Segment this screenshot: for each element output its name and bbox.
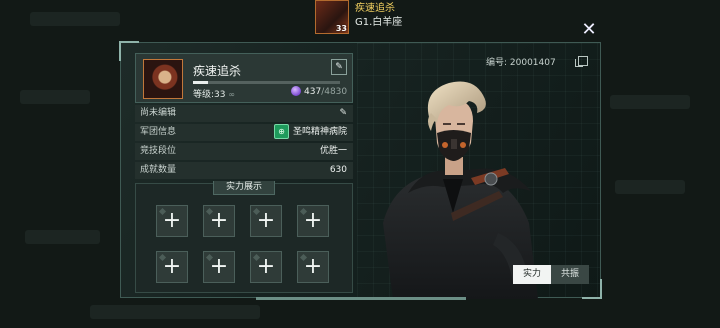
panel-bottom-accent (256, 297, 466, 300)
showcase-slot-8[interactable]: + (297, 251, 329, 283)
top-player-text: 疾速追杀 G1.白羊座 (355, 0, 402, 29)
showcase-slot-5[interactable]: + (156, 251, 188, 283)
showcase-title: 实力展示 (212, 181, 276, 195)
pencil-icon[interactable]: ✎ (339, 105, 347, 122)
bg-row (615, 180, 685, 194)
showcase-slot-3[interactable]: + (250, 205, 282, 237)
guild-name: 圣鸣精神病院 (292, 127, 347, 137)
top-level: 33 (335, 24, 347, 33)
achievement-row: 成就数量 630 (135, 162, 353, 179)
level-label: 等级:33 (193, 90, 226, 100)
currency-orb-icon (291, 86, 301, 96)
avatar[interactable] (143, 59, 183, 99)
exp-bar-fill (193, 81, 208, 84)
bg-row (25, 230, 100, 244)
bg-row (90, 305, 260, 319)
signature-label: 尚未编辑 (140, 108, 177, 118)
currency-max: /4830 (321, 87, 348, 97)
guild-icon: ⊕ (273, 124, 289, 139)
level-symbol: ∞ (228, 90, 236, 99)
top-player-name: 疾速追杀 (355, 3, 395, 14)
top-player-card: 33 疾速追杀 G1.白羊座 (315, 0, 402, 36)
guild-value-wrap: ⊕ 圣鸣精神病院 (273, 124, 347, 141)
guild-label: 军团信息 (140, 127, 177, 137)
guild-row[interactable]: 军团信息 ⊕ 圣鸣精神病院 (135, 124, 353, 141)
showcase-slot-1[interactable]: + (156, 205, 188, 237)
showcase-slot-6[interactable]: + (203, 251, 235, 283)
showcase-slot-2[interactable]: + (203, 205, 235, 237)
left-column: 疾速追杀 ✎ 等级:33 ∞ 437/4830 尚未编辑 ✎ 军团信息 ⊕ 圣鸣精… (135, 53, 353, 293)
signature-row[interactable]: 尚未编辑 ✎ (135, 105, 353, 122)
achievement-value: 630 (329, 165, 347, 175)
showcase-slot-4[interactable]: + (297, 205, 329, 237)
showcase-slot-7[interactable]: + (250, 251, 282, 283)
top-avatar: 33 (315, 0, 349, 34)
close-icon: ✕ (581, 19, 597, 40)
exp-bar (193, 81, 340, 84)
rank-label: 竞技段位 (140, 146, 177, 156)
copy-icon[interactable] (575, 56, 588, 67)
view-tabs: 实力 共振 (513, 265, 589, 284)
currency-text: 437/4830 (304, 87, 347, 97)
top-server: G1.白羊座 (355, 17, 403, 28)
profile-panel: 编号: 20001407 疾速追杀 ✎ 等级:33 ∞ 437/4830 尚未编… (119, 41, 602, 300)
edit-icon: ✎ (335, 62, 343, 72)
tab-strength[interactable]: 实力 (513, 265, 551, 284)
showcase-panel: 实力展示 + + + + + + + + (135, 181, 353, 293)
close-button[interactable]: ✕ (579, 20, 599, 40)
currency-current: 437 (304, 87, 322, 97)
bg-row (20, 90, 90, 104)
tab-resonance[interactable]: 共振 (551, 265, 589, 284)
bg-row (30, 12, 120, 26)
player-id: 编号: 20001407 (486, 58, 556, 68)
edit-name-button[interactable]: ✎ (331, 59, 347, 75)
bg-row (610, 95, 690, 109)
rank-row: 竞技段位 优胜一 (135, 143, 353, 160)
rank-value: 优胜一 (319, 146, 347, 156)
player-name: 疾速追杀 (193, 64, 242, 78)
achievement-label: 成就数量 (140, 165, 177, 175)
profile-card: 疾速追杀 ✎ 等级:33 ∞ 437/4830 (135, 53, 353, 103)
level-text: 等级:33 ∞ (193, 87, 235, 100)
